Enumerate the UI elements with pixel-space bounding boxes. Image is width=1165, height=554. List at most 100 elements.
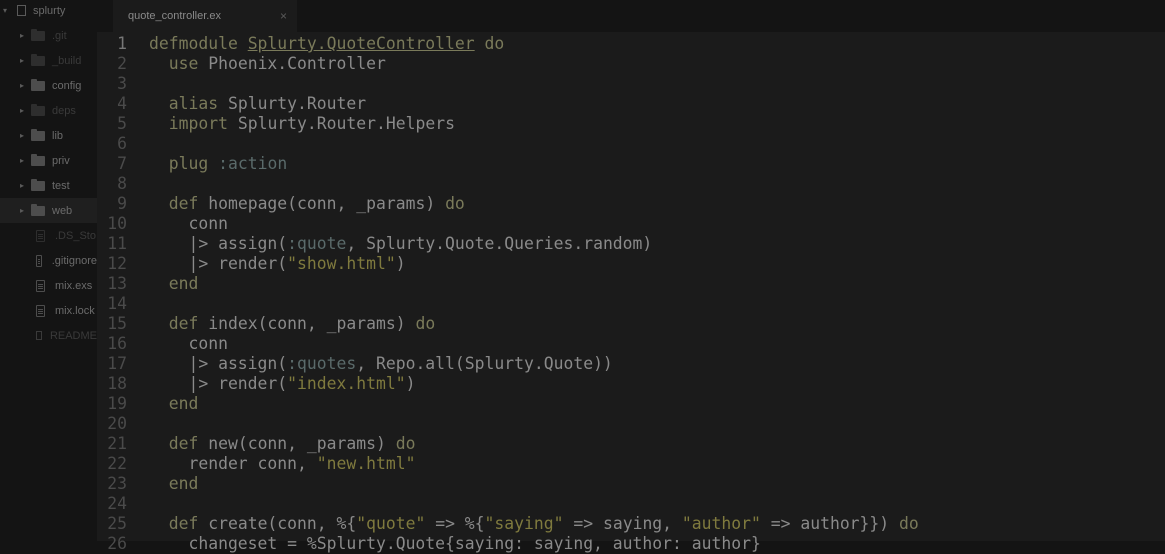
code-text: plug :action [168,154,288,173]
code-text: end [168,474,199,493]
code-text: conn [149,334,228,353]
code-text: |> render("show.html") [149,254,406,273]
line-number: 5 [117,114,127,133]
line-number: 13 [107,274,127,293]
line-number: 12 [107,254,127,273]
line-number: 22 [107,454,127,473]
line-number: 11 [107,234,127,253]
chevron-right-icon[interactable]: ▸ [17,181,27,190]
sidebar-item-label: config [52,79,82,92]
file-icon [36,254,42,267]
chevron-right-icon[interactable]: ▸ [17,206,27,215]
sidebar-item-git[interactable]: ▸ .git [0,23,97,48]
line-number: 19 [107,394,127,413]
sidebar-item-ds-sto[interactable]: .DS_Sto [0,223,97,248]
folder-icon [31,28,45,41]
code-text: |> assign(:quote, Splurty.Quote.Queries.… [149,234,653,253]
chevron-right-icon[interactable]: ▸ [17,106,27,115]
code-text: use Phoenix.Controller [168,54,386,73]
sidebar-item-label: .gitignore [51,254,97,267]
sidebar-item-label: .DS_Sto [55,229,96,242]
sidebar-item-label: web [52,204,73,217]
code-editor[interactable]: 1 defmodule Splurty.QuoteController do 2 u… [97,32,1165,553]
sidebar-item-label: .git [52,29,67,42]
file-icon [36,279,45,292]
sidebar-item-priv[interactable]: ▸ priv [0,148,97,173]
line-number: 2 [117,54,127,73]
code-text: changeset = %Splurty.Quote{saying: sayin… [149,534,761,553]
code-text: end [168,274,199,293]
code-text: import Splurty.Router.Helpers [168,114,455,133]
chevron-right-icon[interactable]: ▸ [17,156,27,165]
chevron-right-icon[interactable]: ▸ [17,31,27,40]
sidebar-item-test[interactable]: ▸ test [0,173,97,198]
sidebar-item-label: mix.lock [55,304,95,317]
sidebar-item-config[interactable]: ▸ config [0,73,97,98]
sidebar-item-web[interactable]: ▸ web [0,198,97,223]
folder-icon [31,178,45,191]
line-number: 1 [117,34,127,53]
folder-icon [31,203,45,216]
sidebar-item-label: _build [52,54,82,67]
chevron-right-icon[interactable]: ▸ [17,131,27,140]
line-number: 14 [107,294,127,313]
line-number: 3 [117,74,127,93]
code-text: |> assign(:quotes, Repo.all(Splurty.Quot… [149,354,613,373]
sidebar-item-label: deps [52,104,76,117]
folder-icon [31,153,45,166]
book-icon [36,331,42,340]
sidebar-item-lib[interactable]: ▸ lib [0,123,97,148]
chevron-right-icon[interactable]: ▸ [17,56,27,65]
line-number: 26 [107,534,127,553]
line-number: 18 [107,374,127,393]
sidebar-item-mix-lock[interactable]: mix.lock [0,298,97,323]
file-icon [36,304,45,317]
line-number: 23 [107,474,127,493]
line-number: 6 [117,134,127,153]
line-number: 25 [107,514,127,533]
line-number: 7 [117,154,127,173]
sidebar-item-label: test [52,179,70,192]
line-number: 24 [107,494,127,513]
file-tree-sidebar: ▾ splurty ▸ .git ▸ _build ▸ config ▸ deps ▸ lib ▸ p… [0,0,97,541]
sidebar-item-label: priv [52,154,70,167]
code-text: alias Splurty.Router [168,94,367,113]
line-number: 10 [107,214,127,233]
close-icon[interactable]: × [280,9,287,23]
sidebar-item-deps[interactable]: ▸ deps [0,98,97,123]
chevron-right-icon[interactable]: ▸ [17,81,27,90]
sidebar-item-build[interactable]: ▸ _build [0,48,97,73]
chevron-down-icon[interactable]: ▾ [0,6,10,15]
repo-icon [17,5,26,16]
code-text: def new(conn, _params) do [168,434,416,453]
code-text: |> render("index.html") [149,374,416,393]
line-number: 16 [107,334,127,353]
line-number: 20 [107,414,127,433]
project-root[interactable]: ▾ splurty [0,0,97,23]
sidebar-item-label: README [49,329,97,342]
file-icon [36,229,45,242]
project-name: splurty [33,4,66,17]
tab-quote-controller[interactable]: quote_controller.ex × [113,0,297,32]
sidebar-item-gitignore[interactable]: .gitignore [0,248,97,273]
code-text: defmodule Splurty.QuoteController do [149,34,505,53]
line-number: 8 [117,174,127,193]
folder-icon [31,53,45,66]
line-number: 21 [107,434,127,453]
tab-bar: quote_controller.ex × [97,0,1165,32]
tab-title: quote_controller.ex [128,10,221,22]
line-number: 9 [117,194,127,213]
folder-icon [31,128,45,141]
line-number: 15 [107,314,127,333]
sidebar-item-mix-exs[interactable]: mix.exs [0,273,97,298]
code-text: render conn, "new.html" [149,454,416,473]
sidebar-item-label: mix.exs [55,279,93,292]
code-text: def homepage(conn, _params) do [168,194,465,213]
code-text: conn [149,214,228,233]
folder-icon [31,103,45,116]
line-number: 17 [107,354,127,373]
folder-icon [31,78,45,91]
sidebar-item-readme[interactable]: README [0,323,97,348]
sidebar-item-label: lib [52,129,64,142]
code-text: end [168,394,199,413]
